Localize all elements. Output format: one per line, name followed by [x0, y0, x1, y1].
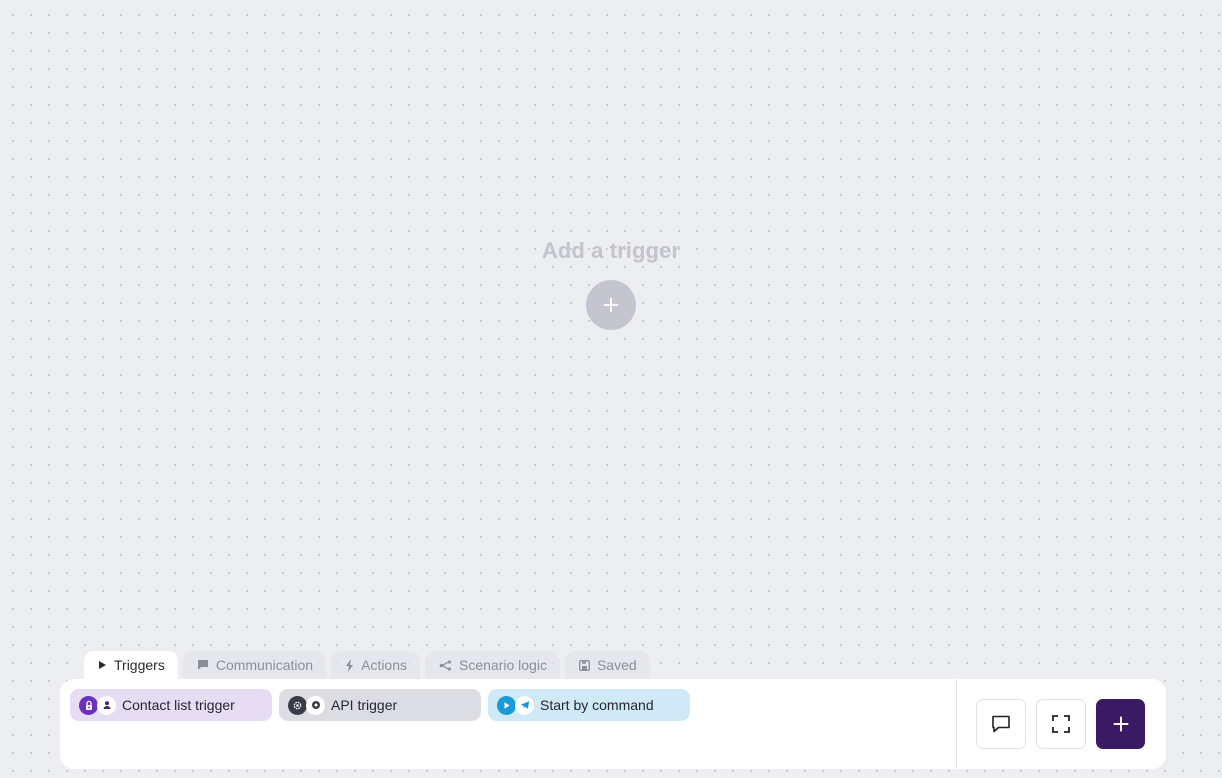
tab-triggers[interactable]: Triggers	[84, 651, 178, 679]
tab-label: Scenario logic	[459, 657, 547, 673]
add-trigger-button[interactable]	[586, 280, 636, 330]
node-category-tabs: Triggers Communication Actions Scenario …	[84, 651, 650, 679]
fullscreen-icon	[1052, 715, 1070, 733]
start-by-command-chip[interactable]: Start by command	[488, 689, 690, 721]
contact-list-trigger-chip[interactable]: Contact list trigger	[70, 689, 272, 721]
tab-scenario-logic[interactable]: Scenario logic	[425, 651, 560, 679]
tab-actions[interactable]: Actions	[331, 651, 421, 679]
trigger-list: Contact list trigger API trigger Start b…	[70, 689, 690, 721]
chip-label: Start by command	[540, 697, 654, 713]
lock-icon	[79, 695, 98, 715]
plus-icon	[603, 297, 619, 313]
fullscreen-button[interactable]	[1036, 699, 1086, 749]
api-trigger-chip[interactable]: API trigger	[279, 689, 481, 721]
chip-label: API trigger	[331, 697, 398, 713]
person-icon	[97, 695, 116, 715]
gear-icon	[288, 695, 307, 715]
tab-label: Actions	[361, 657, 408, 673]
target-icon	[306, 695, 325, 715]
lightning-icon	[346, 658, 354, 672]
chip-icons	[288, 695, 325, 715]
empty-state: Add a trigger	[0, 238, 1222, 330]
plus-icon	[1113, 716, 1128, 732]
save-icon	[579, 659, 590, 671]
canvas-toolbar	[976, 699, 1145, 749]
play-circle-icon	[497, 695, 516, 715]
chat-bubble-icon	[197, 660, 208, 670]
node-palette-panel: Contact list trigger API trigger Start b…	[60, 679, 1166, 769]
chip-icons	[79, 695, 116, 715]
branch-icon	[439, 659, 452, 671]
tab-saved[interactable]: Saved	[564, 651, 650, 679]
tab-communication[interactable]: Communication	[182, 651, 327, 679]
telegram-icon	[515, 695, 534, 715]
panel-divider	[956, 679, 957, 769]
tab-label: Saved	[596, 657, 637, 673]
chip-icons	[497, 695, 534, 715]
empty-state-title: Add a trigger	[541, 238, 681, 263]
tab-label: Triggers	[114, 657, 165, 673]
add-node-button[interactable]	[1096, 699, 1145, 749]
play-icon	[99, 661, 106, 669]
comment-icon	[992, 715, 1010, 733]
tab-label: Communication	[215, 657, 314, 673]
chip-label: Contact list trigger	[122, 697, 235, 713]
comment-button[interactable]	[976, 699, 1026, 749]
